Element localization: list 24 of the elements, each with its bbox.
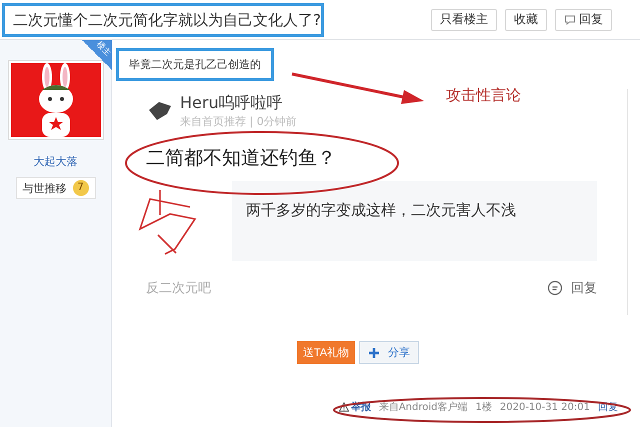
quoted-text: 两千多岁的字变成这样，二次元害人不浅: [232, 181, 597, 261]
post-time: 2020-10-31 20:01: [500, 402, 590, 412]
annotation-label: 攻击性言论: [446, 86, 521, 105]
toolbar-button[interactable]: 回复: [555, 8, 612, 30]
handwritten-mark: [138, 189, 196, 255]
embedded-headline: 二简都不知道还钓鱼？: [146, 146, 337, 171]
rabbit-avatar-icon[interactable]: [8, 60, 104, 140]
thread-title: 二次元懂个二次元简化字就以为自己文化人了?: [2, 2, 324, 36]
plus-icon: [368, 346, 380, 358]
post-meta: 来自首页推荐 | 0分钟前: [180, 114, 297, 129]
user-name: Heru呜呼啦呼: [180, 93, 284, 114]
level-badge: 7: [72, 180, 88, 196]
author-name[interactable]: 大起大落: [34, 154, 78, 169]
rank-title: 与世推移: [22, 180, 66, 196]
toolbar-button[interactable]: 收藏: [505, 8, 547, 30]
post-text: 毕竟二次元是孔乙己创造的: [116, 48, 274, 81]
forum-name: 反二次元吧: [146, 280, 211, 297]
post-source: 来自Android客户端: [378, 400, 468, 414]
share-button[interactable]: 分享: [359, 341, 420, 364]
toolbar-button[interactable]: 只看楼主: [431, 8, 497, 30]
op-ribbon: 楼主: [82, 40, 112, 70]
comment-icon: [547, 280, 563, 296]
floor-number: 1楼: [476, 400, 492, 414]
warning-icon: [338, 402, 349, 412]
